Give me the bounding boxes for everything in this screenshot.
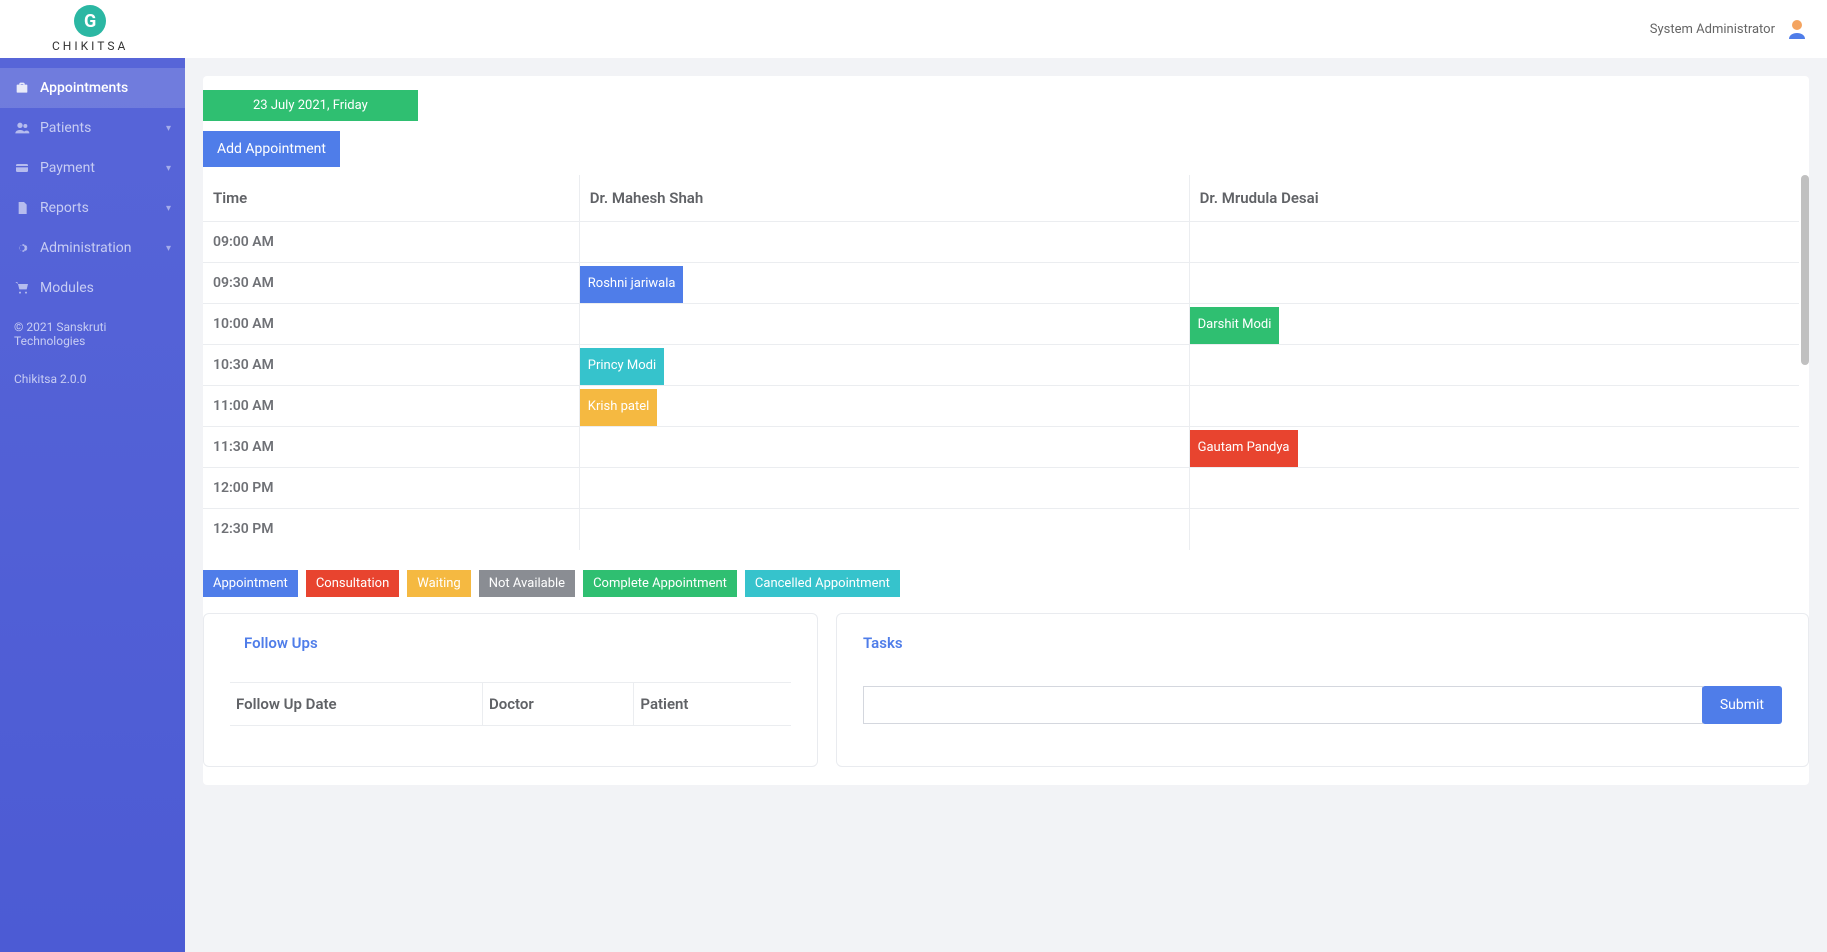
legend-not-available: Not Available bbox=[479, 570, 575, 597]
appointment-chip[interactable]: Krish patel bbox=[580, 389, 658, 426]
task-submit-button[interactable]: Submit bbox=[1702, 686, 1782, 724]
schedule-cell[interactable]: Darshit Modi bbox=[1189, 304, 1799, 345]
gear-icon bbox=[14, 240, 30, 256]
time-label: 12:00 PM bbox=[203, 468, 579, 509]
followups-table: Follow Up Date Doctor Patient bbox=[230, 682, 791, 726]
time-label: 10:30 AM bbox=[203, 345, 579, 386]
chevron-down-icon: ▾ bbox=[166, 243, 171, 254]
main-content: 23 July 2021, Friday Add Appointment Tim… bbox=[185, 58, 1827, 952]
tasks-title: Tasks bbox=[863, 634, 1782, 652]
appointment-chip[interactable]: Gautam Pandya bbox=[1190, 430, 1298, 467]
sidebar-item-label: Payment bbox=[40, 160, 95, 176]
current-user-name: System Administrator bbox=[1650, 22, 1775, 37]
brand-name: CHIKITSA bbox=[52, 39, 128, 53]
legend-waiting: Waiting bbox=[407, 570, 470, 597]
column-header-doctor2: Dr. Mrudula Desai bbox=[1189, 175, 1799, 222]
column-header-time: Time bbox=[203, 175, 579, 222]
legend-appointment: Appointment bbox=[203, 570, 298, 597]
schedule-table: Time Dr. Mahesh Shah Dr. Mrudula Desai 0… bbox=[203, 175, 1799, 550]
appointment-chip[interactable]: Princy Modi bbox=[580, 348, 664, 385]
schedule-cell[interactable] bbox=[579, 222, 1189, 263]
schedule-cell[interactable] bbox=[579, 304, 1189, 345]
schedule-cell[interactable]: Princy Modi bbox=[579, 345, 1189, 386]
sidebar-item-label: Administration bbox=[40, 240, 131, 256]
legend-complete-appointment: Complete Appointment bbox=[583, 570, 737, 597]
sidebar-version: Chikitsa 2.0.0 bbox=[0, 360, 185, 398]
schedule-row: 10:00 AM Darshit Modi bbox=[203, 304, 1799, 345]
followups-col-doctor: Doctor bbox=[482, 682, 633, 725]
appointment-chip[interactable]: Darshit Modi bbox=[1190, 307, 1280, 344]
sidebar-item-patients[interactable]: Patients ▾ bbox=[0, 108, 185, 148]
schedule-row: 12:00 PM bbox=[203, 468, 1799, 509]
status-legend: Appointment Consultation Waiting Not Availa… bbox=[203, 570, 1809, 597]
schedule-cell[interactable] bbox=[1189, 222, 1799, 263]
schedule-wrapper: Time Dr. Mahesh Shah Dr. Mrudula Desai 0… bbox=[203, 175, 1809, 550]
time-label: 10:00 AM bbox=[203, 304, 579, 345]
add-appointment-button[interactable]: Add Appointment bbox=[203, 131, 340, 167]
schedule-row: 10:30 AMPrincy Modi bbox=[203, 345, 1799, 386]
schedule-scrollbar[interactable] bbox=[1801, 175, 1809, 365]
time-label: 12:30 PM bbox=[203, 509, 579, 550]
task-input[interactable] bbox=[863, 686, 1703, 724]
users-icon bbox=[14, 120, 30, 136]
schedule-cell[interactable] bbox=[579, 468, 1189, 509]
appointments-card: 23 July 2021, Friday Add Appointment Tim… bbox=[203, 76, 1809, 785]
sidebar-item-payment[interactable]: Payment ▾ bbox=[0, 148, 185, 188]
schedule-cell[interactable] bbox=[579, 509, 1189, 550]
column-header-doctor1: Dr. Mahesh Shah bbox=[579, 175, 1189, 222]
sidebar-copyright: © 2021 Sanskruti Technologies bbox=[0, 308, 185, 360]
followups-col-patient: Patient bbox=[634, 682, 791, 725]
followups-title: Follow Ups bbox=[244, 634, 791, 652]
user-menu[interactable]: System Administrator bbox=[1650, 17, 1809, 41]
time-label: 11:30 AM bbox=[203, 427, 579, 468]
sidebar-item-modules[interactable]: Modules bbox=[0, 268, 185, 308]
schedule-cell[interactable]: Roshni jariwala bbox=[579, 263, 1189, 304]
sidebar-item-label: Reports bbox=[40, 200, 89, 216]
sidebar-item-label: Appointments bbox=[40, 80, 128, 96]
followups-panel: Follow Ups Follow Up Date Doctor Patient bbox=[203, 613, 818, 767]
chevron-down-icon: ▾ bbox=[166, 123, 171, 134]
sidebar-item-label: Patients bbox=[40, 120, 91, 136]
time-label: 09:00 AM bbox=[203, 222, 579, 263]
cart-icon bbox=[14, 280, 30, 296]
schedule-cell[interactable] bbox=[1189, 468, 1799, 509]
file-icon bbox=[14, 200, 30, 216]
avatar-icon bbox=[1785, 17, 1809, 41]
schedule-cell[interactable] bbox=[579, 427, 1189, 468]
schedule-cell[interactable] bbox=[1189, 386, 1799, 427]
appointment-chip[interactable]: Roshni jariwala bbox=[580, 266, 684, 303]
tasks-panel: Tasks Submit bbox=[836, 613, 1809, 767]
schedule-cell[interactable] bbox=[1189, 263, 1799, 304]
schedule-row: 09:30 AMRoshni jariwala bbox=[203, 263, 1799, 304]
briefcase-icon bbox=[14, 80, 30, 96]
time-label: 09:30 AM bbox=[203, 263, 579, 304]
logo-icon: G bbox=[74, 5, 106, 37]
sidebar-item-label: Modules bbox=[40, 280, 94, 296]
schedule-cell[interactable] bbox=[1189, 509, 1799, 550]
time-label: 11:00 AM bbox=[203, 386, 579, 427]
chevron-down-icon: ▾ bbox=[166, 163, 171, 174]
legend-consultation: Consultation bbox=[306, 570, 399, 597]
chevron-down-icon: ▾ bbox=[166, 203, 171, 214]
followups-col-date: Follow Up Date bbox=[230, 682, 482, 725]
schedule-row: 09:00 AM bbox=[203, 222, 1799, 263]
schedule-row: 11:00 AMKrish patel bbox=[203, 386, 1799, 427]
legend-cancelled-appointment: Cancelled Appointment bbox=[745, 570, 900, 597]
schedule-cell[interactable]: Krish patel bbox=[579, 386, 1189, 427]
sidebar-item-administration[interactable]: Administration ▾ bbox=[0, 228, 185, 268]
card-icon bbox=[14, 160, 30, 176]
header: G CHIKITSA System Administrator bbox=[0, 0, 1827, 58]
sidebar-item-appointments[interactable]: Appointments bbox=[0, 68, 185, 108]
date-selector[interactable]: 23 July 2021, Friday bbox=[203, 90, 418, 121]
schedule-row: 12:30 PM bbox=[203, 509, 1799, 550]
brand-logo[interactable]: G CHIKITSA bbox=[52, 5, 128, 53]
schedule-row: 11:30 AM Gautam Pandya bbox=[203, 427, 1799, 468]
sidebar-item-reports[interactable]: Reports ▾ bbox=[0, 188, 185, 228]
schedule-cell[interactable] bbox=[1189, 345, 1799, 386]
schedule-cell[interactable]: Gautam Pandya bbox=[1189, 427, 1799, 468]
sidebar: AppointmentsPatients▾Payment▾Reports▾Adm… bbox=[0, 58, 185, 952]
